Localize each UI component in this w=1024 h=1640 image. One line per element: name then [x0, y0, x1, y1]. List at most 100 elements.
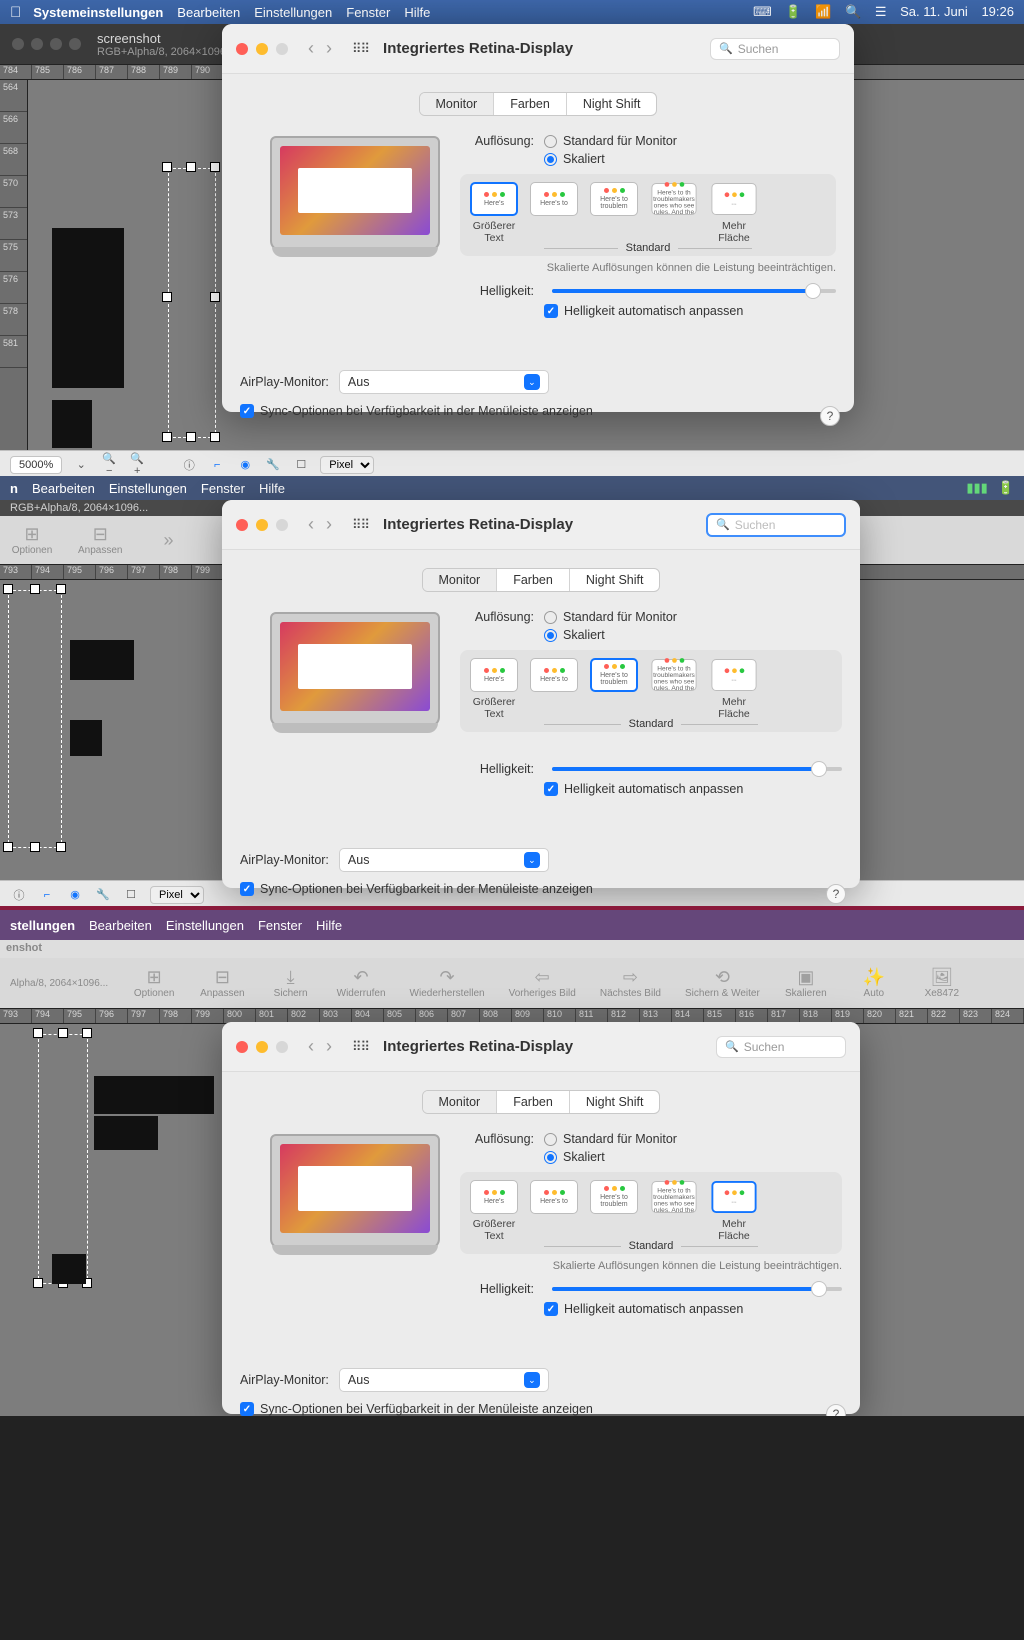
tool-save[interactable]: ⤓Sichern [269, 967, 313, 999]
show-all-icon[interactable]: ⠿⠿ [352, 41, 369, 57]
prefs-search-field[interactable]: Suchen [706, 513, 846, 537]
tool-xe[interactable]: 🖼Xe8472 [920, 967, 964, 999]
battery-icon[interactable]: 🔋 [998, 480, 1014, 495]
resolution-option-3[interactable]: Here's to thtroublemakersones who seerul… [650, 182, 698, 244]
menubar-item-window[interactable]: Fenster [201, 481, 245, 496]
apple-menu-icon[interactable]:  [10, 4, 21, 21]
show-all-icon[interactable]: ⠿⠿ [352, 1039, 369, 1055]
system-menubar[interactable]: stellungen Bearbeiten Einstellungen Fens… [0, 910, 1024, 940]
resolution-option-1[interactable]: Here's to [530, 182, 578, 244]
back-icon[interactable]: ‹ [302, 514, 320, 534]
tool-adjust[interactable]: ⊟Anpassen [200, 967, 244, 999]
radio-scaled[interactable] [544, 629, 557, 642]
resolution-option-3[interactable]: Here's to thtroublemakersones who seerul… [650, 658, 698, 720]
back-icon[interactable]: ‹ [302, 1036, 320, 1056]
sync-menu-checkbox[interactable] [240, 1402, 254, 1416]
menubar-item-help[interactable]: Hilfe [404, 5, 430, 20]
resolution-option-4[interactable]: ...Mehr Fläche [710, 1180, 758, 1242]
menubar-status-area[interactable]: ⌨ 🔋 📶 🔍 ☰ Sa. 11. Juni 19:26 [743, 4, 1014, 20]
brightness-slider[interactable] [552, 767, 842, 771]
radio-scaled[interactable] [544, 1151, 557, 1164]
radio-scaled[interactable] [544, 153, 557, 166]
prefs-search-field[interactable]: Suchen [710, 38, 840, 60]
unit-select[interactable]: Pixel [320, 456, 374, 474]
tool-more[interactable]: » [146, 530, 190, 551]
menubar-item-edit[interactable]: Bearbeiten [89, 918, 152, 933]
tool-adjust[interactable]: ⊟Anpassen [78, 524, 122, 556]
tool-auto[interactable]: ✨Auto [852, 967, 896, 999]
ruler-vertical[interactable]: 564566568570573575576578581 [0, 80, 28, 450]
menubar-item-help[interactable]: Hilfe [316, 918, 342, 933]
resolution-option-2[interactable]: Here's to troublem [590, 1180, 638, 1242]
airplay-select[interactable]: Aus⌄ [339, 848, 549, 872]
tab-colors[interactable]: Farben [497, 1091, 570, 1113]
prefs-search-field[interactable]: Suchen [716, 1036, 846, 1058]
help-button[interactable]: ? [826, 884, 846, 904]
prefs-traffic-lights[interactable] [236, 1041, 288, 1053]
menubar-item-edit[interactable]: Bearbeiten [177, 5, 240, 20]
brightness-slider[interactable] [552, 1287, 842, 1291]
system-menubar[interactable]:  Systemeinstellungen Bearbeiten Einstel… [0, 0, 1024, 24]
tool-save-cont[interactable]: ⟲Sichern & Weiter [685, 967, 760, 999]
menubar-date[interactable]: Sa. 11. Juni [900, 4, 968, 19]
resolution-option-1[interactable]: Here's to [530, 658, 578, 720]
editor-footer-toolbar[interactable]: 5000% ⌄ 🔍− 🔍+ ⓘ ⌐ ◉ 🔧 ☐ Pixel [0, 450, 1024, 476]
battery-icon[interactable]: ▮▮▮ [966, 480, 987, 495]
crop-tool-icon[interactable]: ⌐ [38, 889, 56, 901]
prefs-tabs[interactable]: Monitor Farben Night Shift [240, 92, 836, 116]
tool-options[interactable]: ⊞Optionen [132, 967, 176, 999]
prefs-traffic-lights[interactable] [236, 43, 288, 55]
resolution-picker[interactable]: Here'sGrößerer TextHere's toHere's to tr… [460, 174, 836, 256]
sync-menu-checkbox[interactable] [240, 404, 254, 418]
resolution-option-2[interactable]: Here's to troublem [590, 658, 638, 720]
menubar-item-settings[interactable]: Einstellungen [166, 918, 244, 933]
airplay-select[interactable]: Aus⌄ [339, 1368, 549, 1392]
radio-default[interactable] [544, 1133, 557, 1146]
wrench-icon[interactable]: 🔧 [264, 458, 282, 471]
forward-icon[interactable]: › [320, 514, 338, 534]
editor-toolbar[interactable]: Alpha/8, 2064×1096... ⊞Optionen ⊟Anpasse… [0, 958, 1024, 1008]
system-menubar[interactable]: n Bearbeiten Einstellungen Fenster Hilfe… [0, 476, 1024, 500]
resolution-picker[interactable]: Here'sGrößerer TextHere's toHere's to tr… [460, 1172, 842, 1254]
radio-default[interactable] [544, 135, 557, 148]
layers-icon[interactable]: ☐ [122, 888, 140, 901]
wrench-icon[interactable]: 🔧 [94, 888, 112, 901]
resolution-option-4[interactable]: ...Mehr Fläche [710, 182, 758, 244]
tool-prev[interactable]: ⇦Vorheriges Bild [509, 967, 576, 999]
resolution-option-4[interactable]: ...Mehr Fläche [710, 658, 758, 720]
info-icon[interactable]: ⓘ [10, 887, 28, 903]
airplay-select[interactable]: Aus⌄ [339, 370, 549, 394]
resolution-option-1[interactable]: Here's to [530, 1180, 578, 1242]
unit-select[interactable]: Pixel [150, 886, 204, 904]
wifi-icon[interactable]: 📶 [815, 4, 831, 19]
tab-monitor[interactable]: Monitor [423, 569, 498, 591]
tool-options[interactable]: ⊞Optionen [10, 524, 54, 556]
tool-next[interactable]: ⇨Nächstes Bild [600, 967, 661, 999]
tab-colors[interactable]: Farben [497, 569, 570, 591]
menubar-item-window[interactable]: Fenster [346, 5, 390, 20]
layers-icon[interactable]: ☐ [292, 458, 310, 471]
help-button[interactable]: ? [826, 1404, 846, 1416]
auto-brightness-checkbox[interactable] [544, 1302, 558, 1316]
prefs-nav[interactable]: ‹› [302, 38, 338, 59]
resolution-option-0[interactable]: Here'sGrößerer Text [470, 658, 518, 720]
resolution-option-2[interactable]: Here's to troublem [590, 182, 638, 244]
window-traffic-lights[interactable] [12, 38, 81, 50]
target-icon[interactable]: ◉ [236, 458, 254, 471]
menubar-item-help[interactable]: Hilfe [259, 481, 285, 496]
keyboard-icon[interactable]: ⌨ [753, 4, 772, 19]
sync-menu-checkbox[interactable] [240, 882, 254, 896]
tab-colors[interactable]: Farben [494, 93, 567, 115]
show-all-icon[interactable]: ⠿⠿ [352, 517, 369, 533]
menubar-time[interactable]: 19:26 [981, 4, 1014, 19]
spotlight-icon[interactable]: 🔍 [845, 4, 861, 19]
tool-scale[interactable]: ▣Skalieren [784, 967, 828, 999]
menubar-item-edit[interactable]: Bearbeiten [32, 481, 95, 496]
brightness-slider[interactable] [552, 289, 836, 293]
tool-undo[interactable]: ↶Widerrufen [337, 967, 386, 999]
help-button[interactable]: ? [820, 406, 840, 426]
forward-icon[interactable]: › [320, 1036, 338, 1056]
zoom-field[interactable]: 5000% [10, 456, 62, 474]
auto-brightness-checkbox[interactable] [544, 782, 558, 796]
control-center-icon[interactable]: ☰ [875, 4, 887, 19]
